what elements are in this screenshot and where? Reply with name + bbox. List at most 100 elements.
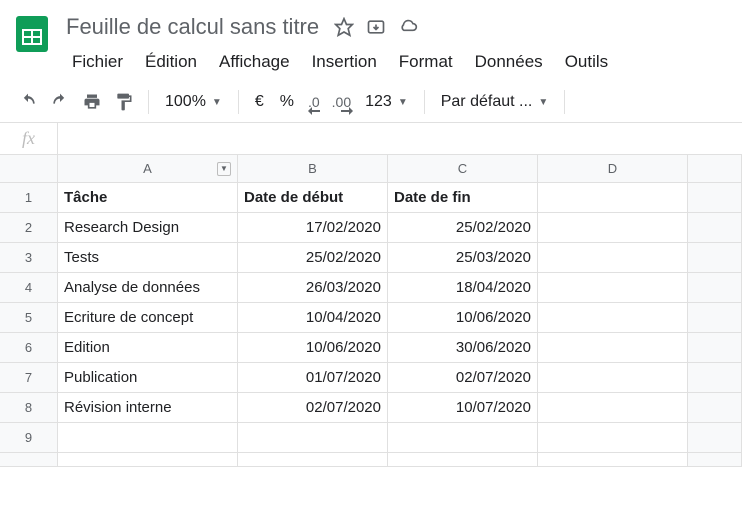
header: Feuille de calcul sans titre Fichier Édi… xyxy=(0,0,742,82)
menu-view[interactable]: Affichage xyxy=(209,48,300,76)
number-format-select[interactable]: 123▼ xyxy=(359,89,414,115)
row-header[interactable]: 8 xyxy=(0,393,58,422)
column-header-e[interactable] xyxy=(688,155,742,182)
undo-icon[interactable] xyxy=(14,88,42,116)
cell[interactable]: Publication xyxy=(58,363,238,392)
cloud-icon[interactable] xyxy=(397,16,419,38)
star-icon[interactable] xyxy=(333,16,355,38)
select-all-corner[interactable] xyxy=(0,155,58,182)
document-title[interactable]: Feuille de calcul sans titre xyxy=(62,12,323,42)
separator xyxy=(424,90,425,114)
cell[interactable] xyxy=(688,303,742,332)
increase-decimal-icon[interactable]: .00 xyxy=(328,88,355,116)
cell[interactable] xyxy=(538,363,688,392)
print-icon[interactable] xyxy=(78,88,106,116)
spreadsheet-grid: A▼ B C D 1 Tâche Date de début Date de f… xyxy=(0,155,742,467)
row-header[interactable]: 7 xyxy=(0,363,58,392)
cell[interactable]: Tâche xyxy=(58,183,238,212)
cell[interactable]: 02/07/2020 xyxy=(388,363,538,392)
separator xyxy=(238,90,239,114)
filter-icon[interactable]: ▼ xyxy=(217,162,231,176)
cell[interactable] xyxy=(538,423,688,452)
cell[interactable]: Date de début xyxy=(238,183,388,212)
cell[interactable] xyxy=(688,243,742,272)
row-header[interactable]: 5 xyxy=(0,303,58,332)
menu-edit[interactable]: Édition xyxy=(135,48,207,76)
column-header-b[interactable]: B xyxy=(238,155,388,182)
row-header[interactable]: 4 xyxy=(0,273,58,302)
row-header[interactable]: 1 xyxy=(0,183,58,212)
cell[interactable] xyxy=(688,333,742,362)
move-icon[interactable] xyxy=(365,16,387,38)
cell[interactable]: Révision interne xyxy=(58,393,238,422)
formula-bar: fx xyxy=(0,123,742,155)
column-header-d[interactable]: D xyxy=(538,155,688,182)
cell[interactable] xyxy=(238,453,388,466)
menu-file[interactable]: Fichier xyxy=(62,48,133,76)
cell[interactable]: 10/06/2020 xyxy=(238,333,388,362)
fx-label: fx xyxy=(0,123,58,154)
toolbar: 100%▼ € % .0 .00 123▼ Par défaut ...▼ xyxy=(0,82,742,123)
cell[interactable]: 25/02/2020 xyxy=(238,243,388,272)
cell[interactable]: 25/03/2020 xyxy=(388,243,538,272)
separator xyxy=(148,90,149,114)
cell[interactable] xyxy=(688,273,742,302)
cell[interactable] xyxy=(538,393,688,422)
menu-format[interactable]: Format xyxy=(389,48,463,76)
menu-tools[interactable]: Outils xyxy=(555,48,618,76)
decrease-decimal-icon[interactable]: .0 xyxy=(304,88,324,116)
currency-button[interactable]: € xyxy=(249,89,270,115)
formula-input[interactable] xyxy=(58,123,742,154)
cell[interactable] xyxy=(688,213,742,242)
cell[interactable] xyxy=(538,183,688,212)
cell[interactable] xyxy=(238,423,388,452)
cell[interactable] xyxy=(688,363,742,392)
cell[interactable] xyxy=(58,423,238,452)
cell[interactable]: 18/04/2020 xyxy=(388,273,538,302)
cell[interactable] xyxy=(58,453,238,466)
cell[interactable]: Research Design xyxy=(58,213,238,242)
row-header[interactable]: 3 xyxy=(0,243,58,272)
sheets-logo[interactable] xyxy=(12,14,52,54)
percent-button[interactable]: % xyxy=(274,89,300,115)
paint-format-icon[interactable] xyxy=(110,88,138,116)
column-header-c[interactable]: C xyxy=(388,155,538,182)
cell[interactable] xyxy=(688,423,742,452)
row-header[interactable]: 9 xyxy=(0,423,58,452)
cell[interactable] xyxy=(538,213,688,242)
row-header[interactable]: 2 xyxy=(0,213,58,242)
cell[interactable]: Analyse de données xyxy=(58,273,238,302)
cell[interactable]: 17/02/2020 xyxy=(238,213,388,242)
cell[interactable]: Ecriture de concept xyxy=(58,303,238,332)
cell[interactable]: Edition xyxy=(58,333,238,362)
cell[interactable]: 25/02/2020 xyxy=(388,213,538,242)
row-header[interactable] xyxy=(0,453,58,466)
cell[interactable]: 02/07/2020 xyxy=(238,393,388,422)
cell[interactable]: 26/03/2020 xyxy=(238,273,388,302)
cell[interactable] xyxy=(538,243,688,272)
cell[interactable] xyxy=(538,453,688,466)
redo-icon[interactable] xyxy=(46,88,74,116)
cell[interactable] xyxy=(688,393,742,422)
zoom-select[interactable]: 100%▼ xyxy=(159,89,228,115)
cell[interactable]: 01/07/2020 xyxy=(238,363,388,392)
cell[interactable] xyxy=(388,453,538,466)
cell[interactable]: Date de fin xyxy=(388,183,538,212)
cell[interactable] xyxy=(538,303,688,332)
cell[interactable]: 30/06/2020 xyxy=(388,333,538,362)
cell[interactable] xyxy=(688,183,742,212)
cell[interactable]: Tests xyxy=(58,243,238,272)
font-select[interactable]: Par défaut ...▼ xyxy=(435,89,555,115)
menu-data[interactable]: Données xyxy=(465,48,553,76)
menu-insert[interactable]: Insertion xyxy=(302,48,387,76)
row-header[interactable]: 6 xyxy=(0,333,58,362)
cell[interactable] xyxy=(538,273,688,302)
cell[interactable]: 10/04/2020 xyxy=(238,303,388,332)
cell[interactable] xyxy=(388,423,538,452)
menubar: Fichier Édition Affichage Insertion Form… xyxy=(62,46,730,82)
cell[interactable] xyxy=(688,453,742,466)
cell[interactable] xyxy=(538,333,688,362)
cell[interactable]: 10/06/2020 xyxy=(388,303,538,332)
column-header-a[interactable]: A▼ xyxy=(58,155,238,182)
cell[interactable]: 10/07/2020 xyxy=(388,393,538,422)
